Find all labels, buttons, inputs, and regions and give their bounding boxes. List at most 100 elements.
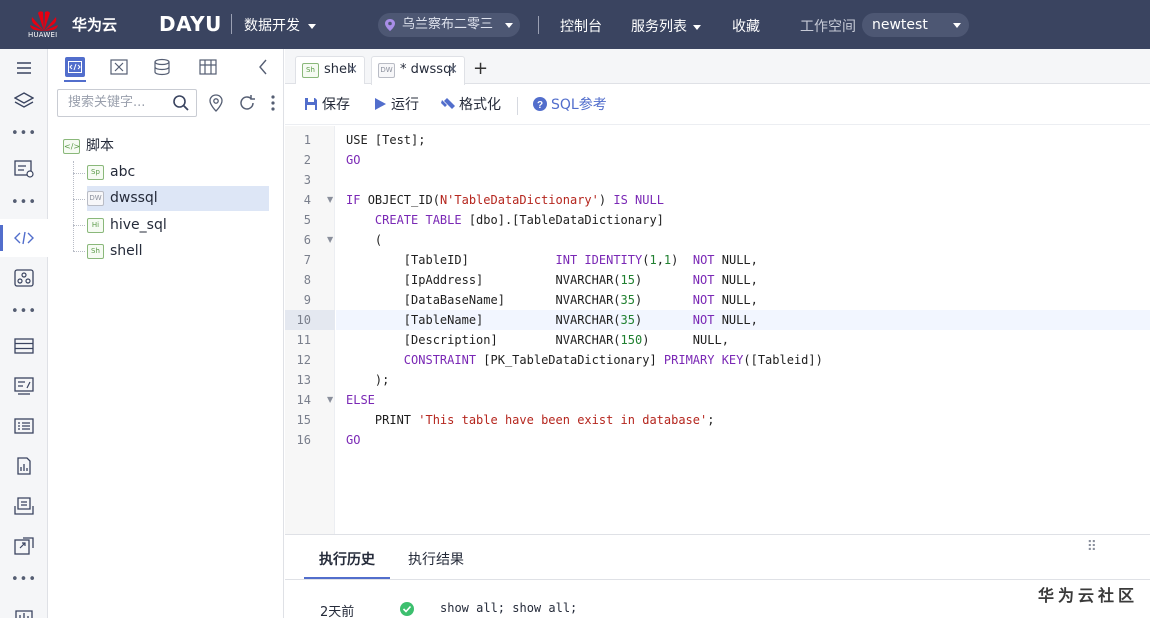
line-number: 2 <box>303 153 311 167</box>
run-button[interactable]: 运行 <box>373 95 425 115</box>
line-number: 9 <box>303 293 311 307</box>
tree-guide-line <box>73 225 85 226</box>
fold-toggle-icon[interactable]: ▼ <box>327 390 333 410</box>
code-line[interactable]: [Description] NVARCHAR(150) NULL, <box>346 330 729 350</box>
code-line[interactable]: [DataBaseName] NVARCHAR(35) NOT NULL, <box>346 290 758 310</box>
active-tab-indicator <box>64 80 86 82</box>
tab-database[interactable] <box>152 57 172 77</box>
fold-toggle-icon[interactable]: ▼ <box>327 190 333 210</box>
code-line[interactable]: CREATE TABLE [dbo].[TableDataDictionary] <box>346 210 664 230</box>
line-number: 3 <box>303 173 311 187</box>
layers-icon[interactable] <box>0 82 48 120</box>
tab-shell[interactable]: Sh shell × <box>295 56 365 84</box>
code-line[interactable]: [TableName] NVARCHAR(35) NOT NULL, <box>346 310 758 330</box>
stack-icon[interactable] <box>0 487 48 525</box>
tree-tabs <box>49 49 284 85</box>
line-number: 4 <box>303 193 311 207</box>
tab-dwssql[interactable]: DW * dwssql × <box>371 56 465 85</box>
locate-icon[interactable] <box>208 94 224 112</box>
tree-item-hive-sql[interactable]: Hi hive_sql <box>87 213 269 238</box>
search-input[interactable]: 搜索关键字... <box>57 89 197 117</box>
more-vertical-icon[interactable] <box>270 94 276 112</box>
svg-text:?: ? <box>537 100 543 111</box>
region-label: 乌兰察布二零三 <box>402 17 494 32</box>
code-editor[interactable]: USE [Test]; GO IF OBJECT_ID(N'TableDataDic… <box>336 126 1150 534</box>
module-dropdown[interactable]: 数据开发 <box>244 15 316 35</box>
tree-root-label: 脚本 <box>86 138 114 154</box>
save-button[interactable]: 保存 <box>304 95 356 115</box>
line-number: 7 <box>303 253 311 267</box>
resize-grip-icon[interactable]: ⠿ <box>1087 539 1098 555</box>
line-number: 16 <box>296 433 311 447</box>
tab-jobs[interactable] <box>109 57 129 77</box>
integration-icon[interactable] <box>0 150 48 188</box>
top-bar: HUAWEI 华为云 DAYU 数据开发 乌兰察布二零三 控制台 服务列表 收藏… <box>0 0 1150 49</box>
report-icon[interactable] <box>0 447 48 485</box>
search-icon[interactable] <box>172 94 190 112</box>
tree-item-abc[interactable]: Sp abc <box>87 160 269 185</box>
script-type-badge: Sh <box>302 63 319 78</box>
line-number: 11 <box>296 333 311 347</box>
brand-name[interactable]: 华为云 <box>72 14 117 35</box>
line-number: 12 <box>296 353 311 367</box>
history-sql[interactable]: show all; show all; <box>440 601 577 615</box>
code-icon[interactable] <box>0 219 48 257</box>
tab-execution-history[interactable]: 执行历史 <box>319 549 375 569</box>
form-icon[interactable] <box>0 367 48 405</box>
save-label: 保存 <box>322 97 350 113</box>
workspace-select[interactable]: newtest <box>862 13 969 37</box>
editor-tabs: Sh shell × DW * dwssql × + <box>285 49 1150 85</box>
tab-resources[interactable] <box>198 57 218 77</box>
code-line[interactable]: USE [Test]; <box>346 130 425 150</box>
region-selector[interactable]: 乌兰察布二零三 <box>378 13 520 37</box>
workflow-icon[interactable] <box>0 259 48 297</box>
code-line[interactable]: ( <box>346 230 382 250</box>
bottom-panel: ⠿ 执行历史 执行结果 2天前 show all; show all; <box>285 534 1150 618</box>
left-icon-rail: ••• ••• ••• ••• <box>0 49 48 618</box>
code-line[interactable]: [TableID] INT IDENTITY(1,1) NOT NULL, <box>346 250 758 270</box>
tree-guide-line <box>73 161 74 251</box>
script-type-badge: Sp <box>87 164 104 180</box>
chart-icon[interactable] <box>0 595 48 618</box>
tree-item-dwssql[interactable]: DW dwssql <box>87 186 269 211</box>
tab-scripts[interactable] <box>65 57 85 77</box>
code-line[interactable]: CONSTRAINT [PK_TableDataDictionary] PRIM… <box>346 350 823 370</box>
help-icon: ? <box>533 97 547 111</box>
close-icon[interactable]: × <box>447 57 458 83</box>
nav-console[interactable]: 控制台 <box>560 16 602 36</box>
code-line[interactable]: PRINT 'This table have been exist in dat… <box>346 410 715 430</box>
tree-item-label: hive_sql <box>110 217 167 233</box>
more-dots-icon[interactable]: ••• <box>0 196 48 209</box>
tree-item-label: dwssql <box>110 190 158 206</box>
collapse-panel-icon[interactable] <box>253 57 273 77</box>
editor-toolbar: 保存 运行 格式化 ? SQL参考 <box>285 85 1150 125</box>
refresh-icon[interactable] <box>238 94 256 112</box>
more-dots-icon[interactable]: ••• <box>0 573 48 586</box>
code-line[interactable]: ); <box>346 370 389 390</box>
line-number: 10 <box>296 313 311 327</box>
sql-reference-link[interactable]: ? SQL参考 <box>533 95 609 115</box>
fold-toggle-icon[interactable]: ▼ <box>327 230 333 250</box>
more-dots-icon[interactable]: ••• <box>0 305 48 318</box>
line-number: 13 <box>296 373 311 387</box>
more-dots-icon[interactable]: ••• <box>0 127 48 140</box>
divider <box>231 14 232 34</box>
code-line[interactable]: IF OBJECT_ID(N'TableDataDictionary') IS … <box>346 190 664 210</box>
code-line[interactable]: GO <box>346 430 360 450</box>
catalog-icon[interactable] <box>0 407 48 445</box>
product-name[interactable]: DAYU <box>159 12 222 36</box>
tab-execution-result[interactable]: 执行结果 <box>408 549 464 569</box>
tree-item-shell[interactable]: Sh shell <box>87 239 269 264</box>
add-tab-button[interactable]: + <box>473 58 488 79</box>
code-line[interactable]: [IpAddress] NVARCHAR(15) NOT NULL, <box>346 270 758 290</box>
format-button[interactable]: 格式化 <box>441 95 505 115</box>
nav-favorites[interactable]: 收藏 <box>732 16 760 36</box>
list-icon[interactable] <box>0 327 48 365</box>
tree-root-scripts[interactable]: </> 脚本 <box>63 134 263 159</box>
code-line[interactable]: GO <box>346 150 360 170</box>
nav-service-list[interactable]: 服务列表 <box>631 16 701 36</box>
close-icon[interactable]: × <box>347 57 358 83</box>
tree-guide-line <box>73 173 85 174</box>
code-line[interactable]: ELSE <box>346 390 375 410</box>
export-icon[interactable] <box>0 527 48 565</box>
